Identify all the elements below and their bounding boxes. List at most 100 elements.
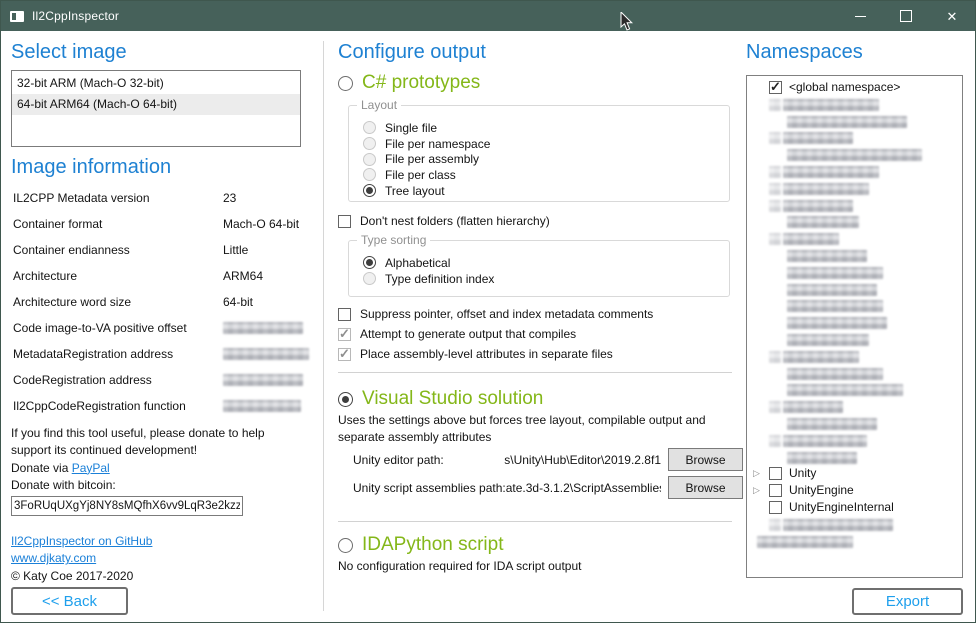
- maximize-button[interactable]: [883, 1, 929, 31]
- info-row: IL2CPP Metadata version 23: [13, 191, 303, 205]
- redacted-namespace-text: [787, 216, 859, 228]
- namespace-item-redacted: [747, 332, 962, 349]
- namespace-item-redacted: [747, 450, 962, 467]
- radio-icon: [363, 184, 376, 197]
- checkbox-icon: [338, 328, 351, 341]
- namespace-label: Unity: [789, 466, 816, 480]
- namespace-item-redacted: [747, 349, 962, 366]
- configure-output-heading: Configure output: [338, 41, 486, 64]
- idapython-script-label: IDAPython script: [362, 534, 504, 556]
- donate-text-line1: If you find this tool useful, please don…: [11, 425, 265, 442]
- visual-studio-solution-label: Visual Studio solution: [362, 388, 543, 410]
- titlebar: Il2CppInspector ✕: [1, 1, 975, 31]
- expander-icon[interactable]: ▷: [753, 485, 760, 496]
- info-label: CodeRegistration address: [13, 373, 152, 387]
- redacted-namespace-text: [787, 250, 867, 262]
- vs-description-line1: Uses the settings above but forces tree …: [338, 412, 706, 429]
- redacted-checkbox: [769, 233, 781, 245]
- redacted-namespace-text: [787, 116, 907, 128]
- flatten-hierarchy-checkbox[interactable]: Don't nest folders (flatten hierarchy): [338, 214, 550, 228]
- image-info-heading: Image information: [11, 156, 171, 179]
- browse-assemblies-button[interactable]: Browse: [668, 476, 743, 499]
- info-label: IL2CPP Metadata version: [13, 191, 150, 205]
- redacted-namespace-text: [783, 519, 893, 531]
- redacted-namespace-text: [787, 384, 903, 396]
- maximize-icon: [900, 10, 912, 22]
- namespace-item-unityengine[interactable]: ▷ UnityEngine: [747, 483, 962, 500]
- info-row: Container endianness Little: [13, 243, 303, 257]
- image-listbox[interactable]: 32-bit ARM (Mach-O 32-bit) 64-bit ARM64 …: [11, 70, 301, 147]
- namespace-item-global[interactable]: <global namespace>: [747, 80, 962, 97]
- radio-icon: [363, 153, 376, 166]
- redacted-namespace-text: [787, 267, 883, 279]
- browse-editor-button[interactable]: Browse: [668, 448, 743, 471]
- namespace-item-redacted: [747, 147, 962, 164]
- namespace-item-redacted: [747, 248, 962, 265]
- minimize-button[interactable]: [837, 1, 883, 31]
- radio-icon: [338, 392, 353, 407]
- separate-attributes-checkbox: Place assembly-level attributes in separ…: [338, 347, 613, 361]
- namespace-item-redacted: [747, 282, 962, 299]
- layout-group-label: Layout: [357, 98, 401, 112]
- namespace-item-redacted: [747, 534, 962, 551]
- close-button[interactable]: ✕: [929, 1, 975, 31]
- namespace-label: <global namespace>: [789, 80, 900, 94]
- image-list-item-selected[interactable]: 64-bit ARM64 (Mach-O 64-bit): [12, 94, 300, 115]
- namespaces-tree[interactable]: <global namespace> ▷ Unity ▷ UnityEngine…: [746, 75, 963, 578]
- minimize-icon: [855, 16, 866, 17]
- redacted-checkbox: [769, 183, 781, 195]
- layout-option-file-per-namespace: File per namespace: [363, 136, 729, 152]
- option-label: File per assembly: [385, 152, 479, 166]
- ida-description: No configuration required for IDA script…: [338, 558, 581, 575]
- option-label: Type definition index: [385, 272, 494, 286]
- redacted-namespace-text: [787, 368, 883, 380]
- info-value: Little: [223, 243, 248, 257]
- info-value-redacted: [223, 400, 301, 412]
- checkbox-icon: [338, 348, 351, 361]
- csharp-prototypes-radio[interactable]: C# prototypes: [338, 72, 480, 94]
- paypal-prefix: Donate via: [11, 461, 72, 475]
- export-button[interactable]: Export: [852, 588, 963, 615]
- redacted-namespace-text: [757, 536, 853, 548]
- type-sorting-groupbox: Type sorting Alphabetical Type definitio…: [348, 240, 730, 297]
- namespace-item-redacted: [747, 181, 962, 198]
- unity-checkbox[interactable]: [769, 467, 782, 480]
- checkbox-label: Place assembly-level attributes in separ…: [360, 347, 613, 361]
- option-label: File per namespace: [385, 137, 490, 151]
- csharp-prototypes-label: C# prototypes: [362, 72, 480, 94]
- visual-studio-solution-radio[interactable]: Visual Studio solution: [338, 388, 543, 410]
- idapython-script-radio[interactable]: IDAPython script: [338, 534, 504, 556]
- redacted-namespace-text: [787, 284, 877, 296]
- unity-editor-path-value: s\Unity\Hub\Editor\2019.2.8f1: [504, 453, 661, 467]
- namespace-item-redacted: [747, 198, 962, 215]
- redacted-namespace-text: [783, 401, 843, 413]
- namespace-redacted-group-top: [747, 97, 962, 467]
- redacted-namespace-text: [783, 132, 853, 144]
- donate-text-line2: support its continued development!: [11, 442, 265, 459]
- unityengine-checkbox[interactable]: [769, 484, 782, 497]
- compilable-output-checkbox: Attempt to generate output that compiles: [338, 327, 576, 341]
- paypal-link[interactable]: PayPal: [72, 461, 110, 475]
- namespace-item-unityengineinternal[interactable]: UnityEngineInternal: [747, 500, 962, 517]
- namespace-item-redacted: [747, 130, 962, 147]
- namespace-item-unity[interactable]: ▷ Unity: [747, 466, 962, 483]
- unityengineinternal-checkbox[interactable]: [769, 501, 782, 514]
- namespace-label: UnityEngineInternal: [789, 500, 894, 514]
- image-list-item[interactable]: 32-bit ARM (Mach-O 32-bit): [12, 73, 300, 94]
- info-row: Container format Mach-O 64-bit: [13, 217, 303, 231]
- info-label: Container format: [13, 217, 102, 231]
- global-namespace-checkbox[interactable]: [769, 81, 782, 94]
- namespaces-heading: Namespaces: [746, 41, 863, 64]
- expander-icon[interactable]: ▷: [753, 468, 760, 479]
- redacted-namespace-text: [783, 200, 853, 212]
- info-label: Container endianness: [13, 243, 130, 257]
- layout-option-tree-layout[interactable]: Tree layout: [363, 183, 729, 199]
- bitcoin-address-input[interactable]: [11, 496, 243, 516]
- type-sorting-alphabetical[interactable]: Alphabetical: [363, 255, 729, 271]
- namespace-item-redacted: [747, 382, 962, 399]
- suppress-comments-checkbox[interactable]: Suppress pointer, offset and index metad…: [338, 307, 653, 321]
- back-button[interactable]: << Back: [11, 587, 128, 615]
- website-link[interactable]: www.djkaty.com: [11, 551, 96, 565]
- namespace-item-redacted: [747, 265, 962, 282]
- github-link[interactable]: Il2CppInspector on GitHub: [11, 534, 152, 548]
